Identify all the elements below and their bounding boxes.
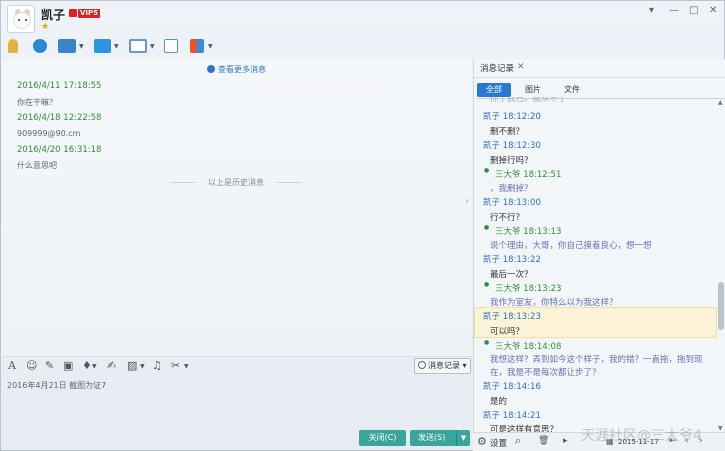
- magic-wand-icon[interactable]: ✎: [45, 359, 54, 372]
- chat-history-pane[interactable]: [2, 59, 472, 357]
- record-header: 三大爷 18:14:08: [495, 342, 562, 352]
- contact-status-icon: ●: [484, 281, 490, 288]
- scissors-icon[interactable]: ✂: [171, 359, 180, 372]
- contact-status-icon: ●: [484, 224, 490, 231]
- history-divider: 以上是历史消息: [171, 177, 301, 188]
- chevron-right-icon[interactable]: ›: [465, 196, 473, 216]
- record-header: 凯子 18:13:23: [483, 312, 541, 322]
- send-options-chevron[interactable]: ▼: [456, 430, 470, 446]
- record-text: ，我删掉？: [490, 184, 533, 194]
- record-text: 行不行？: [490, 213, 525, 223]
- record-text: 最后一次？: [490, 270, 533, 280]
- divider: [473, 77, 725, 78]
- message-timestamp: 2016/4/11 17:18:55: [17, 81, 102, 91]
- export-icon[interactable]: ▸: [563, 436, 568, 446]
- message-timestamp: 2016/4/20 16:31:18: [17, 145, 102, 155]
- edit-icon[interactable]: ✍: [107, 359, 116, 372]
- message-input[interactable]: 2016年4月21日 截图为证7: [7, 380, 106, 391]
- record-text: 在，我是不是每次都让步了？: [490, 368, 601, 378]
- chevron-down-icon[interactable]: ▼: [79, 43, 84, 50]
- watermark: 天涯社区@三大爷4: [581, 428, 702, 444]
- filter-images[interactable]: 图片: [516, 83, 550, 97]
- record-header: 凯子 18:14:21: [483, 411, 541, 421]
- minimize-icon[interactable]: —: [669, 5, 679, 16]
- record-text: 是的: [490, 397, 508, 407]
- message-text: 什么意思吧: [17, 161, 57, 170]
- chevron-down-icon[interactable]: ▼: [92, 363, 97, 370]
- tab-message-record[interactable]: 消息记录: [480, 62, 514, 74]
- microphone-icon[interactable]: ♦: [82, 359, 92, 372]
- chevron-down-icon[interactable]: ▼: [150, 43, 155, 50]
- contact-status-icon: ●: [484, 167, 490, 174]
- settings-link[interactable]: 设置: [490, 437, 507, 449]
- chat-window: 凯子 VIP5 ★ ▾ — □ ✕ ▼ ▼ ▼ ▼ 查看更多消息 2016/4/…: [0, 0, 725, 451]
- apps-icon[interactable]: [190, 39, 204, 53]
- delete-icon[interactable]: 🗑: [538, 436, 549, 446]
- record-text: 删掉行吗？: [490, 156, 533, 166]
- video-call-icon[interactable]: [33, 39, 47, 53]
- clock-icon: [418, 361, 426, 369]
- send-button[interactable]: 发送(S) ▼: [410, 430, 470, 446]
- record-header: 凯子 18:14:16: [483, 382, 541, 392]
- record-header: 三大爷 18:13:23: [495, 284, 562, 294]
- clock-icon: [207, 65, 215, 73]
- record-text: 我想这样？弄到如今这个样子，我的错？一直拖，拖到现: [490, 355, 703, 365]
- record-header: 凯子 18:13:22: [483, 255, 541, 265]
- record-header: 凯子 18:12:20: [483, 112, 541, 122]
- divider: [2, 356, 472, 357]
- image-icon[interactable]: ▨: [127, 359, 137, 372]
- record-header: 三大爷 18:12:51: [495, 170, 562, 180]
- remote-desktop-icon[interactable]: [129, 39, 147, 53]
- message-text: 你在干嘛？: [17, 98, 57, 107]
- gear-icon[interactable]: ⚙: [477, 435, 487, 448]
- chevron-down-icon[interactable]: ▼: [114, 43, 119, 50]
- record-text: 你了我已，能从不了: [490, 97, 567, 103]
- message-text: 909999@90.cm: [17, 129, 81, 138]
- music-icon[interactable]: ♫: [152, 359, 162, 372]
- chevron-down-icon[interactable]: ▼: [184, 363, 189, 370]
- contact-name[interactable]: 凯子: [41, 6, 65, 23]
- record-text: 说个理由，大哥，你自己摸着良心，想一想: [490, 241, 652, 251]
- video-icon[interactable]: ▣: [63, 359, 73, 372]
- maximize-icon[interactable]: □: [689, 5, 698, 16]
- chevron-down-icon[interactable]: ▼: [140, 363, 145, 370]
- voice-call-icon[interactable]: [8, 39, 18, 53]
- font-icon[interactable]: A: [8, 359, 16, 372]
- record-text: 删不删？: [490, 127, 525, 137]
- avatar[interactable]: [7, 5, 35, 33]
- create-group-icon[interactable]: [164, 39, 178, 53]
- record-text: 可以吗？: [490, 327, 525, 337]
- emoji-icon[interactable]: ☺: [26, 359, 37, 372]
- dropdown-icon[interactable]: ▾: [649, 5, 654, 16]
- record-header: 凯子 18:12:30: [483, 141, 541, 151]
- file-transfer-icon[interactable]: [94, 39, 111, 53]
- filter-files[interactable]: 文件: [555, 83, 589, 97]
- screen-share-icon[interactable]: [58, 39, 76, 53]
- message-history-button[interactable]: 消息记录 ▾: [414, 358, 471, 374]
- vip-crown-icon: [69, 9, 77, 17]
- view-more-messages-link[interactable]: 查看更多消息: [207, 64, 266, 75]
- star-icon: ★: [41, 22, 50, 32]
- record-header: 凯子 18:13:00: [483, 198, 541, 208]
- scrollbar-thumb[interactable]: [718, 282, 724, 330]
- close-button[interactable]: 关闭(C): [359, 430, 406, 446]
- chevron-down-icon[interactable]: ▼: [208, 43, 213, 50]
- filter-all[interactable]: 全部: [477, 83, 511, 97]
- close-icon[interactable]: ✕: [709, 5, 717, 16]
- search-icon[interactable]: ⌕: [515, 434, 521, 448]
- scrollbar[interactable]: ▲ ▼: [717, 97, 725, 432]
- record-header: 三大爷 18:13:13: [495, 227, 562, 237]
- contact-status-icon: ●: [484, 339, 490, 346]
- message-timestamp: 2016/4/18 12:22:58: [17, 113, 102, 123]
- vip-badge[interactable]: VIP5: [78, 9, 101, 18]
- close-tab-icon[interactable]: ✕: [517, 62, 525, 72]
